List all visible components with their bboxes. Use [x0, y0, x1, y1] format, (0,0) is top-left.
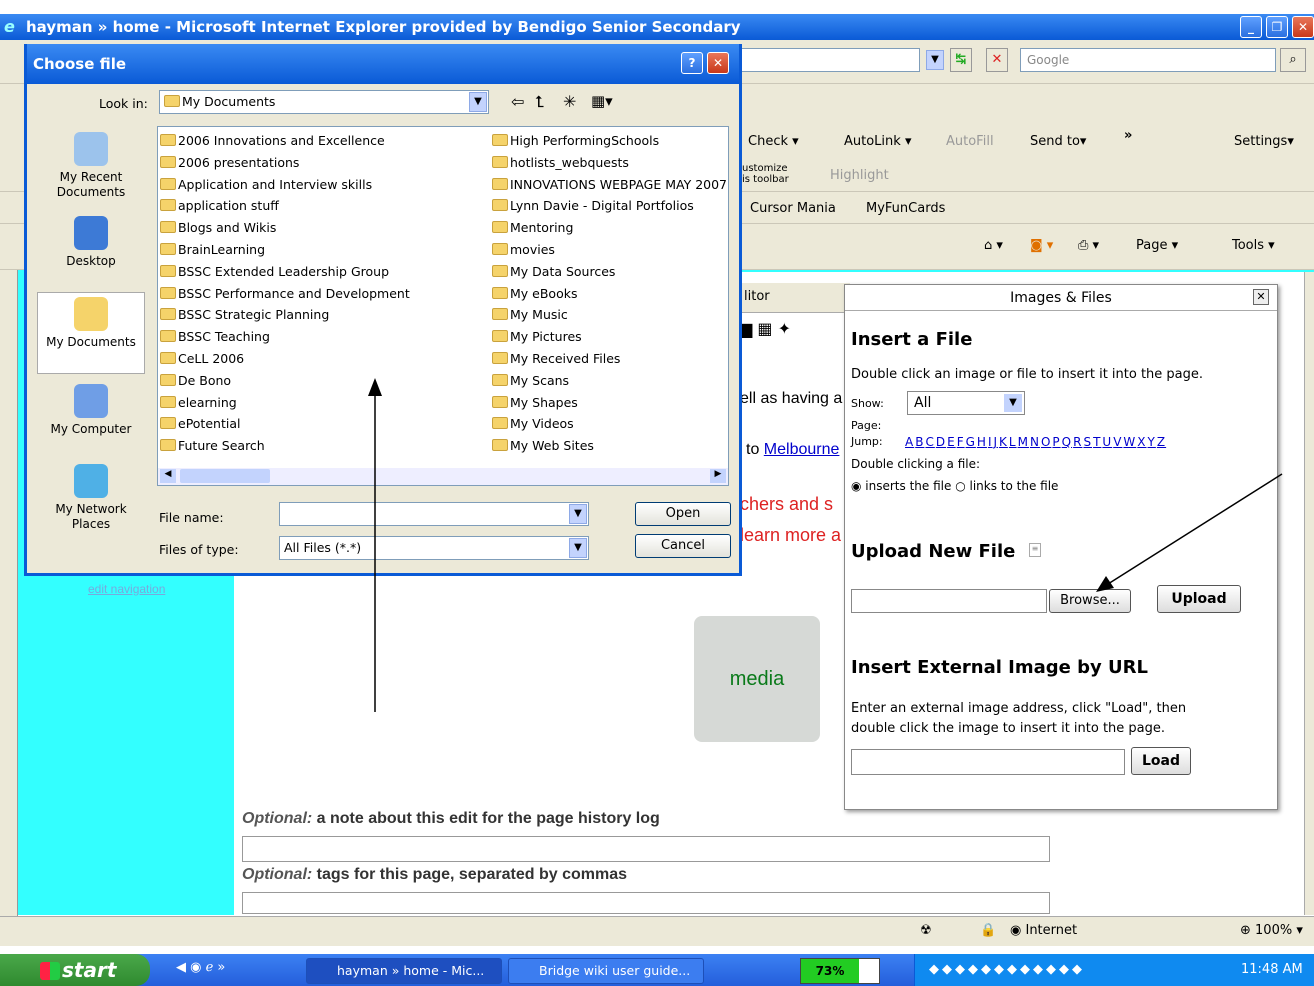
arrow-up-head	[368, 378, 382, 396]
zoom-text: 100%	[1255, 923, 1293, 938]
zoom-control[interactable]: ⊕ 100% ▾	[1240, 923, 1303, 938]
clock: 11:48 AM	[1241, 962, 1303, 977]
task-ie[interactable]: hayman » home - Mic...	[306, 958, 502, 984]
quicklaunch-icons[interactable]: ◀ ◉ ℯ »	[176, 960, 225, 975]
arrow-browse-head	[1096, 576, 1114, 592]
arrow-browse-line	[1107, 473, 1283, 585]
windows-logo-icon	[40, 962, 60, 980]
task-word[interactable]: Bridge wiki user guide...	[508, 958, 704, 984]
zone-text: Internet	[1025, 923, 1078, 938]
start-label: start	[62, 958, 117, 982]
zone-label: ◉ Internet	[1010, 923, 1078, 938]
status-bar: ☢ 🔒 ◉ Internet ⊕ 100% ▾	[0, 916, 1314, 946]
battery-fill: 73%	[801, 959, 859, 983]
security-icon: 🔒	[980, 923, 997, 938]
system-tray: ◆◆◆◆◆◆◆◆◆◆◆◆ 11:48 AM	[914, 954, 1314, 986]
battery-meter: 73%	[800, 958, 880, 984]
start-button[interactable]: start	[0, 954, 150, 986]
privacy-icon[interactable]: ☢	[920, 923, 932, 938]
annotation-arrows	[368, 378, 1283, 712]
tray-icons[interactable]: ◆◆◆◆◆◆◆◆◆◆◆◆	[929, 962, 1085, 977]
